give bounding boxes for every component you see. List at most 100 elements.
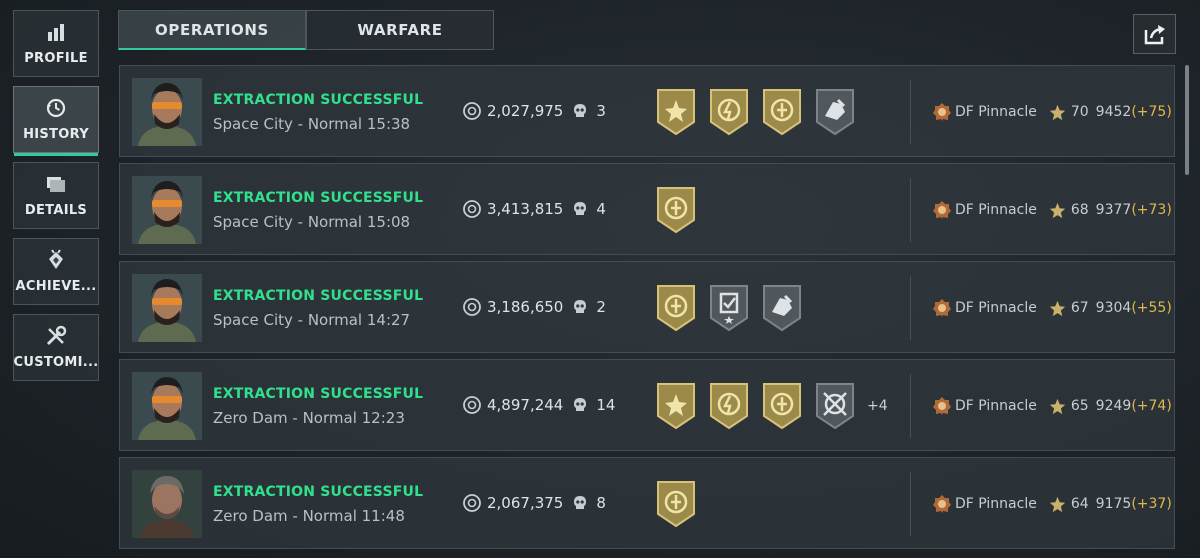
kill-count: 2: [596, 298, 606, 316]
skull-icon: [574, 496, 587, 509]
operator-avatar: [132, 78, 202, 146]
sidebar-item-label: DETAILS: [24, 203, 88, 218]
extracted-value: 3,413,815: [487, 200, 564, 218]
divider: [910, 374, 911, 438]
rank-score: 9249: [1095, 398, 1132, 414]
match-row[interactable]: EXTRACTION SUCCESSFUL Zero Dam - Normal 1…: [119, 457, 1175, 549]
extracted-value: 4,897,244: [487, 396, 564, 414]
currency-icon: [463, 298, 481, 316]
extracted-value: 2,027,975: [487, 102, 564, 120]
rank-medal-icon: [933, 495, 951, 513]
rank-info: DF Pinnacle 64 9175 (+37): [932, 494, 1172, 514]
currency-icon: [463, 200, 481, 218]
sidebar-item-profile[interactable]: PROFILE: [13, 10, 99, 77]
gold-bolt-badge-icon: [710, 383, 748, 430]
tab-operations[interactable]: OPERATIONS: [118, 10, 306, 50]
rank-name: DF Pinnacle: [955, 202, 1037, 218]
gold-coin-badge-icon: [657, 187, 695, 234]
divider: [910, 472, 911, 536]
extracted-value: 2,067,375: [487, 494, 564, 512]
rank-info: DF Pinnacle 67 9304 (+55): [932, 298, 1172, 318]
extraction-status: EXTRACTION SUCCESSFUL: [213, 92, 424, 108]
rank-info: DF Pinnacle 70 9452 (+75): [932, 102, 1172, 122]
achievement-badges: [655, 480, 708, 528]
achievement-icon: [45, 249, 67, 271]
rank-score: 9377: [1095, 202, 1132, 218]
tab-warfare[interactable]: WARFARE: [306, 10, 494, 50]
gold-bolt-badge-icon: [710, 89, 748, 136]
rank-level: 70: [1070, 104, 1089, 120]
rank-score-gain: (+37): [1131, 496, 1172, 512]
kill-count: 3: [596, 102, 606, 120]
rank-medal-icon: [933, 397, 951, 415]
rank-info: DF Pinnacle 68 9377 (+73): [932, 200, 1172, 220]
rank-score-gain: (+55): [1131, 300, 1172, 316]
skull-icon: [574, 104, 587, 117]
match-history-list: EXTRACTION SUCCESSFUL Space City - Normal…: [119, 65, 1175, 555]
sidebar-item-label: PROFILE: [24, 51, 88, 66]
operator-avatar: [132, 372, 202, 440]
rank-score: 9452: [1095, 104, 1132, 120]
gray-target-badge-icon: [816, 383, 854, 430]
extracted-value: 3,186,650: [487, 298, 564, 316]
achievement-badges: [655, 88, 867, 136]
history-clock-icon: [45, 97, 67, 119]
rank-level: 64: [1070, 496, 1089, 512]
extraction-status: EXTRACTION SUCCESSFUL: [213, 386, 424, 402]
rank-score-gain: (+73): [1131, 202, 1172, 218]
achievement-badges: [655, 186, 708, 234]
rank-level: 65: [1070, 398, 1089, 414]
match-stats: 3,186,650 2: [463, 298, 606, 316]
operator-avatar: [132, 470, 202, 538]
rank-name: DF Pinnacle: [955, 398, 1037, 414]
gold-coin-badge-icon: [763, 89, 801, 136]
gray-hand-badge-icon: [816, 89, 854, 136]
match-row[interactable]: EXTRACTION SUCCESSFUL Space City - Normal…: [119, 163, 1175, 255]
skull-icon: [574, 398, 587, 411]
match-row[interactable]: EXTRACTION SUCCESSFUL Space City - Normal…: [119, 65, 1175, 157]
rank-score-gain: (+74): [1131, 398, 1172, 414]
divider: [910, 276, 911, 340]
kill-count: 14: [596, 396, 616, 414]
rank-medal-icon: [933, 201, 951, 219]
achievement-badges: +4: [655, 382, 888, 430]
gray-hand-badge-icon: [763, 285, 801, 332]
sidebar-item-label: ACHIEVE...: [15, 279, 97, 294]
sidebar-item-history[interactable]: HISTORY: [13, 86, 99, 156]
star-icon: [1049, 300, 1065, 316]
match-stats: 4,897,244 14: [463, 396, 615, 414]
map-and-time: Zero Dam - Normal 12:23: [213, 409, 405, 427]
mode-tabs: OPERATIONS WARFARE: [118, 10, 494, 50]
divider: [910, 80, 911, 144]
sidebar-item-customize[interactable]: CUSTOMI...: [13, 314, 99, 381]
currency-icon: [463, 102, 481, 120]
rank-score: 9304: [1095, 300, 1132, 316]
more-badges-count: +4: [867, 398, 888, 414]
skull-icon: [574, 300, 587, 313]
match-row[interactable]: EXTRACTION SUCCESSFUL Zero Dam - Normal 1…: [119, 359, 1175, 451]
sidebar-item-details[interactable]: DETAILS: [13, 162, 99, 229]
currency-icon: [463, 396, 481, 414]
share-icon: [1144, 25, 1165, 45]
sidebar-item-achievements[interactable]: ACHIEVE...: [13, 238, 99, 305]
rank-level: 68: [1070, 202, 1089, 218]
share-button[interactable]: [1133, 14, 1176, 54]
divider: [910, 178, 911, 242]
match-row[interactable]: EXTRACTION SUCCESSFUL Space City - Normal…: [119, 261, 1175, 353]
match-stats: 2,027,975 3: [463, 102, 606, 120]
rank-score: 9175: [1095, 496, 1132, 512]
operator-avatar: [132, 176, 202, 244]
kill-count: 8: [596, 494, 606, 512]
gray-check-badge-icon: [710, 285, 748, 332]
star-icon: [1049, 202, 1065, 218]
achievement-badges: [655, 284, 814, 332]
bar-chart-icon: [45, 21, 67, 43]
operator-avatar: [132, 274, 202, 342]
map-and-time: Space City - Normal 14:27: [213, 311, 411, 329]
match-stats: 2,067,375 8: [463, 494, 606, 512]
skull-icon: [574, 202, 587, 215]
gold-coin-badge-icon: [657, 285, 695, 332]
scrollbar[interactable]: [1185, 65, 1189, 175]
star-icon: [1049, 496, 1065, 512]
gold-star-badge-icon: [657, 383, 695, 430]
